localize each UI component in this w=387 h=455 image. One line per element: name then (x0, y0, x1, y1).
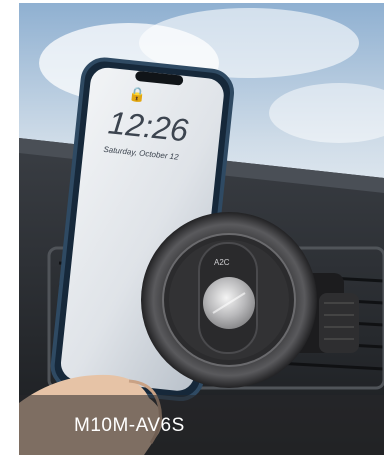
product-photo-drawing: 🔒 12:26 Saturday, October 12 A2C (19, 3, 384, 455)
lock-icon: 🔒 (128, 86, 147, 104)
product-model-caption: M10M-AV6S (74, 415, 185, 436)
caption-bar: M10M-AV6S (19, 395, 384, 455)
product-photo: 🔒 12:26 Saturday, October 12 A2C M10M-AV… (19, 3, 384, 455)
brand-mark: A2C (214, 258, 230, 267)
